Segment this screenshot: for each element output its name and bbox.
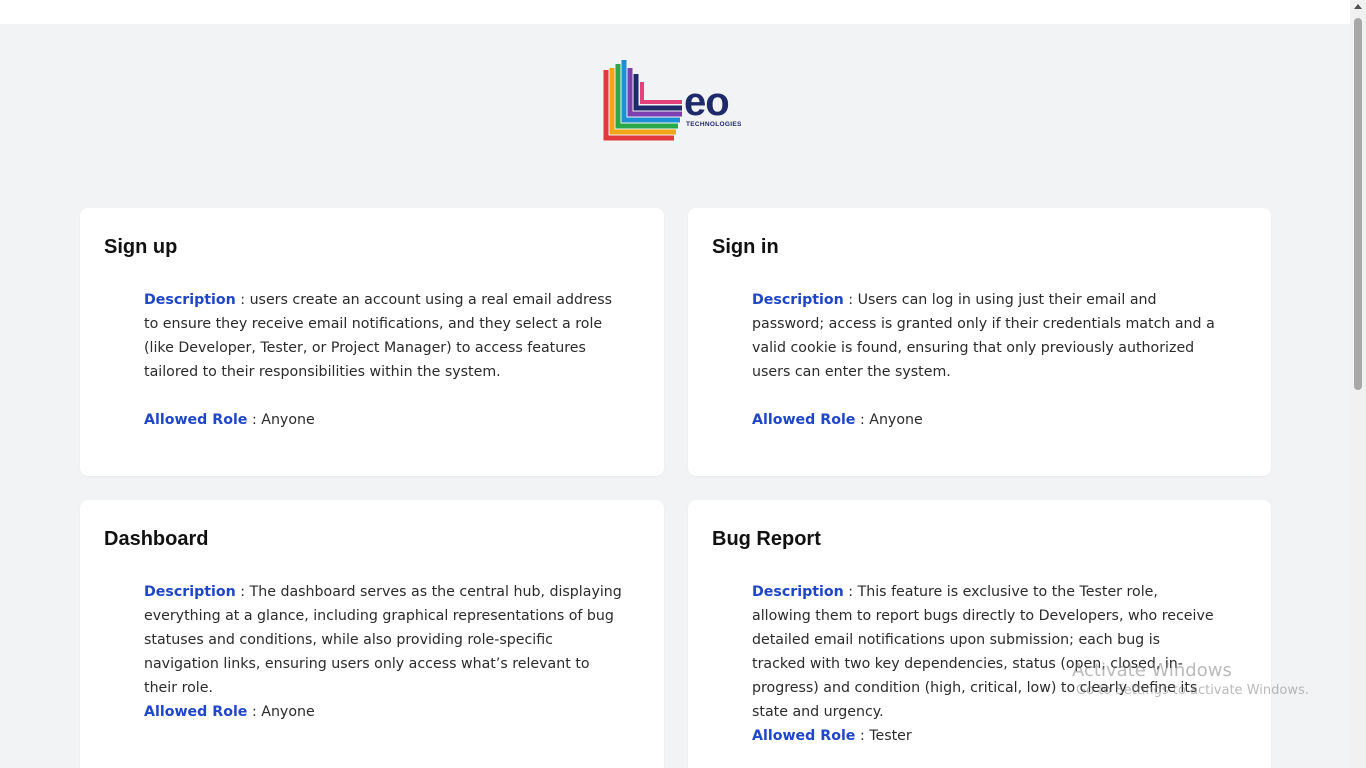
description-label: Description (144, 584, 236, 600)
top-bar (0, 0, 1350, 24)
description-label: Description (144, 292, 236, 308)
feature-card-dashboard: Dashboard Description : The dashboard se… (80, 500, 664, 768)
watermark-subtitle: Go to Settings to activate Windows. (1076, 683, 1309, 698)
leo-technologies-logo: eo TECHNOLOGIES (602, 58, 752, 144)
allowed-role-value: : Tester (855, 728, 912, 744)
feature-card-sign-up: Sign up Description : users create an ac… (80, 208, 664, 476)
card-title: Dashboard (104, 528, 209, 550)
card-title: Sign up (104, 236, 178, 258)
card-description: Description : The dashboard serves as th… (144, 580, 624, 700)
description-label: Description (752, 292, 844, 308)
allowed-role-value: : Anyone (247, 704, 315, 720)
logo-wordmark: eo (684, 80, 730, 124)
feature-card-sign-in: Sign in Description : Users can log in u… (688, 208, 1271, 476)
scroll-up-arrow-icon[interactable] (1354, 4, 1362, 9)
card-title: Bug Report (712, 528, 821, 550)
features-page: eo TECHNOLOGIES Sign up Description : us… (0, 24, 1350, 768)
card-allowed-role: Allowed Role : Tester (752, 724, 912, 748)
card-allowed-role: Allowed Role : Anyone (144, 408, 315, 432)
card-description: Description : users create an account us… (144, 288, 614, 384)
card-description: Description : This feature is exclusive … (752, 580, 1217, 724)
description-text: : The dashboard serves as the central hu… (144, 584, 622, 696)
vertical-scrollbar[interactable] (1350, 0, 1366, 768)
watermark-title: Activate Windows (1072, 660, 1232, 681)
allowed-role-value: : Anyone (247, 412, 315, 428)
card-description: Description : Users can log in using jus… (752, 288, 1227, 384)
allowed-role-label: Allowed Role (144, 704, 248, 720)
card-title: Sign in (712, 236, 779, 258)
allowed-role-label: Allowed Role (144, 412, 248, 428)
allowed-role-value: : Anyone (855, 412, 923, 428)
allowed-role-label: Allowed Role (752, 728, 856, 744)
scrollbar-thumb[interactable] (1354, 18, 1362, 390)
logo-mark-icon (603, 60, 682, 141)
logo-subtitle: TECHNOLOGIES (686, 121, 742, 128)
allowed-role-label: Allowed Role (752, 412, 856, 428)
feature-card-bug-report: Bug Report Description : This feature is… (688, 500, 1271, 768)
description-text: : This feature is exclusive to the Teste… (752, 584, 1214, 720)
card-allowed-role: Allowed Role : Anyone (752, 408, 923, 432)
description-label: Description (752, 584, 844, 600)
activate-windows-watermark: Activate Windows Go to Settings to activ… (1072, 660, 1309, 698)
card-allowed-role: Allowed Role : Anyone (144, 700, 315, 724)
